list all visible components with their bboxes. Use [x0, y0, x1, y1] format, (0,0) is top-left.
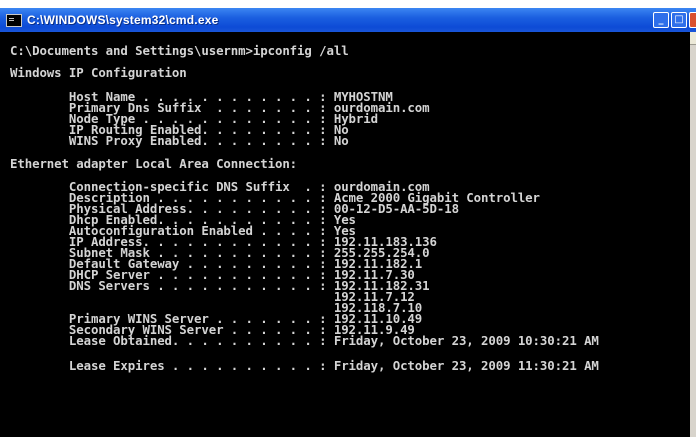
adapter-heading: Ethernet adapter Local Area Connection: [10, 156, 298, 171]
cmd-window: C:\WINDOWS\system32\cmd.exe _ □ C:\Docum… [0, 8, 696, 437]
title-bar[interactable]: C:\WINDOWS\system32\cmd.exe _ □ [0, 8, 696, 32]
cmd-icon[interactable] [6, 13, 22, 27]
vertical-scrollbar[interactable] [690, 32, 696, 437]
lease-obtained-line: Lease Obtained. . . . . . . . . . : Frid… [10, 333, 599, 348]
scroll-up-icon[interactable] [690, 32, 696, 45]
prompt-line: C:\Documents and Settings\usernm>ipconfi… [10, 43, 349, 58]
console-output[interactable]: C:\Documents and Settings\usernm>ipconfi… [10, 34, 686, 437]
window-title: C:\WINDOWS\system32\cmd.exe [27, 13, 219, 27]
maximize-icon[interactable]: □ [671, 12, 687, 28]
ip-config-heading: Windows IP Configuration [10, 65, 187, 80]
lease-expires-line: Lease Expires . . . . . . . . . . : Frid… [10, 358, 599, 373]
close-icon[interactable] [689, 12, 696, 28]
wins-proxy-line: WINS Proxy Enabled. . . . . . . . : No [10, 133, 349, 148]
minimize-icon[interactable]: _ [653, 12, 669, 28]
window-controls: _ □ [651, 12, 696, 28]
